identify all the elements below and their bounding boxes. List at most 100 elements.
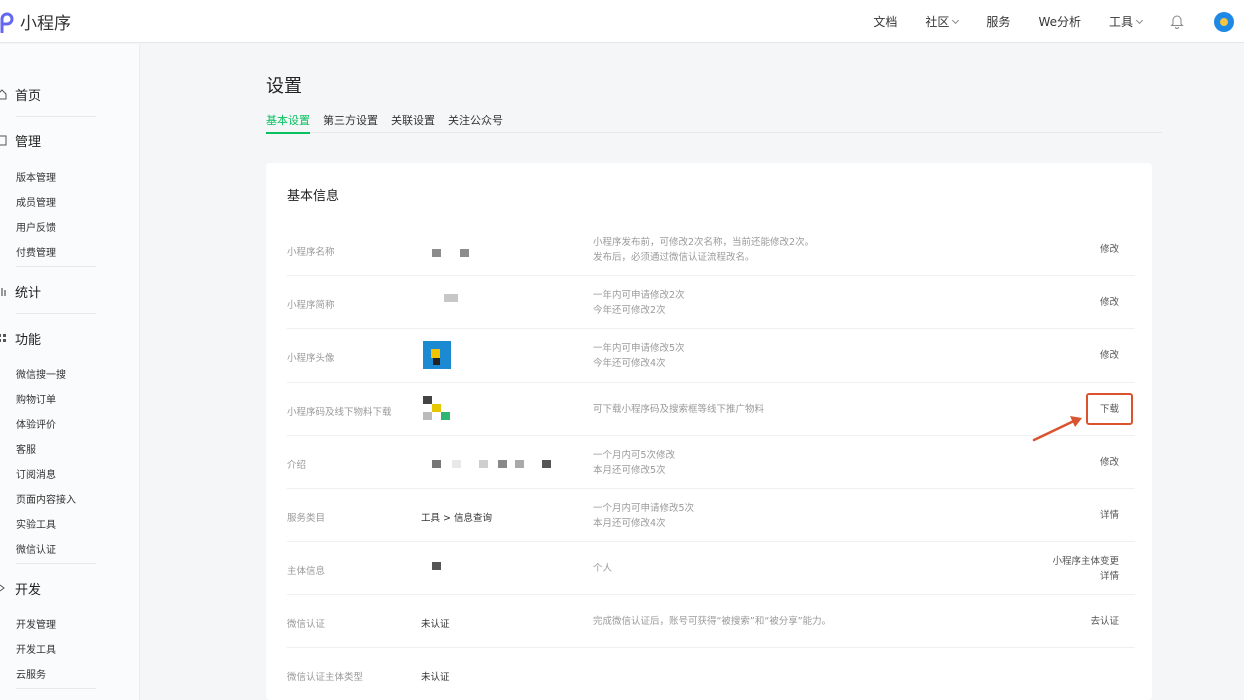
logo-text: 小程序 [20, 14, 71, 34]
basic-info-card: 基本信息 小程序名称 小程序发布前，可修改2次名称，当前还能修改2次。 发布后，… [266, 163, 1152, 700]
redacted-pixel [452, 460, 461, 468]
qrcode-pixel [432, 404, 441, 412]
top-navigation-bar: 小程序 文档 社区 服务 We分析 工具 [0, 0, 1244, 43]
row-label: 小程序头像 [287, 353, 335, 364]
row-desc-line: 本月还可修改4次 [593, 518, 666, 529]
edit-link-label: 修改 [1099, 297, 1119, 308]
sidebar-stats-label: 统计 [15, 285, 42, 301]
details-link[interactable]: 详情 [1100, 508, 1119, 523]
nav-we-analytics[interactable]: We分析 [1038, 13, 1081, 30]
edit-link-label: 修改 [1099, 350, 1119, 361]
redacted-pixel [460, 249, 469, 257]
row-label: 微信认证主体类型 [287, 672, 364, 683]
row-desc: 可下载小程序码及搜索框等线下推广物料 [593, 402, 764, 417]
card-title: 基本信息 [287, 189, 340, 204]
row-label: 微信认证 [287, 619, 326, 630]
sidebar-item-page-content[interactable]: 页面内容接入 [16, 491, 76, 506]
row-value: 未认证 [421, 619, 450, 630]
row-label: 服务类目 [287, 513, 326, 524]
edit-link[interactable]: 修改 [1100, 455, 1119, 470]
sidebar-item-version[interactable]: 版本管理 [16, 169, 56, 184]
tab-follow-account[interactable]: 关注公众号 [448, 112, 503, 133]
sidebar-divider [16, 116, 96, 117]
details-link[interactable]: 详情 [1052, 569, 1119, 584]
sidebar-item-experiment[interactable]: 实验工具 [16, 516, 56, 531]
row-desc-line: 小程序发布前，可修改2次名称，当前还能修改2次。 [593, 237, 815, 248]
sidebar-item-members[interactable]: 成员管理 [16, 194, 56, 209]
sidebar-item-feedback[interactable]: 用户反馈 [16, 219, 56, 234]
qrcode-pixel [441, 412, 450, 420]
bell-icon[interactable] [1170, 14, 1184, 29]
edit-link-label: 修改 [1099, 457, 1119, 468]
sidebar-item-wechat-search[interactable]: 微信搜一搜 [16, 366, 66, 381]
row-desc-line: 一年内可申请修改2次 [593, 290, 685, 301]
row-label: 小程序简称 [287, 300, 335, 311]
row-desc: 小程序发布前，可修改2次名称，当前还能修改2次。 发布后，必须通过微信认证流程改… [593, 235, 814, 265]
row-desc: 一年内可申请修改2次 今年还可修改2次 [593, 288, 685, 318]
row-desc-line: 一年内可申请修改5次 [593, 343, 685, 354]
row-app-name: 小程序名称 小程序发布前，可修改2次名称，当前还能修改2次。 发布后，必须通过微… [287, 223, 1135, 276]
sidebar-item-orders[interactable]: 购物订单 [16, 391, 56, 406]
sidebar-item-dev-manage[interactable]: 开发管理 [16, 616, 56, 631]
logo[interactable]: 小程序 [0, 9, 71, 34]
tab-third-party[interactable]: 第三方设置 [323, 112, 378, 133]
sidebar-item-customer-service[interactable]: 客服 [16, 441, 36, 456]
edit-link[interactable]: 修改 [1100, 348, 1119, 363]
row-qrcode-download: 小程序码及线下物料下载 可下载小程序码及搜索框等线下推广物料 下载 [287, 383, 1135, 436]
nav-services[interactable]: 服务 [986, 13, 1010, 30]
edit-link[interactable]: 修改 [1100, 295, 1119, 310]
page-title: 设置 [266, 76, 302, 97]
tab-association[interactable]: 关联设置 [391, 112, 435, 133]
tab-basic-settings[interactable]: 基本设置 [266, 112, 310, 134]
sidebar-develop-label: 开发 [15, 582, 42, 598]
redacted-pixel [542, 460, 551, 468]
qrcode-pixel [423, 396, 432, 404]
row-desc-line: 今年还可修改2次 [593, 305, 666, 316]
subject-change-link[interactable]: 小程序主体变更 [1052, 554, 1119, 569]
sidebar-home[interactable]: 首页 [0, 84, 140, 104]
develop-icon [0, 584, 5, 592]
sidebar-group-features: 功能 [0, 328, 140, 348]
sidebar-features-label: 功能 [15, 332, 42, 348]
chevron-down-icon [952, 16, 960, 24]
sidebar-item-payment[interactable]: 付费管理 [16, 244, 56, 259]
sidebar: 首页 管理 版本管理 成员管理 用户反馈 付费管理 统计 功能 微信搜一搜 购物… [0, 44, 140, 700]
row-desc-line: 可下载小程序码及搜索框等线下推广物料 [593, 404, 765, 415]
sidebar-item-dev-tools[interactable]: 开发工具 [16, 641, 56, 656]
home-icon [0, 89, 7, 100]
redacted-pixel [432, 460, 441, 468]
redacted-pixel [432, 562, 441, 570]
row-desc-line: 个人 [593, 563, 613, 574]
avatar-dot [1220, 17, 1228, 26]
row-avatar: 小程序头像 一年内可申请修改5次 今年还可修改4次 修改 [287, 329, 1135, 383]
user-avatar[interactable] [1214, 11, 1234, 32]
row-intro: 介绍 一个月内可5次修改 本月还可修改5次 修改 [287, 436, 1135, 489]
row-value: 工具 > 信息查询 [421, 513, 492, 524]
row-desc: 完成微信认证后，账号可获得“被搜索”和“被分享”能力。 [593, 614, 831, 629]
sidebar-divider [16, 563, 96, 564]
certify-link[interactable]: 去认证 [1090, 614, 1119, 629]
nav-community-label: 社区 [925, 15, 950, 29]
nav-docs[interactable]: 文档 [873, 13, 897, 30]
redacted-pixel [498, 460, 507, 468]
row-certification-type: 微信认证主体类型 未认证 [287, 648, 1135, 700]
nav-tools[interactable]: 工具 [1109, 13, 1144, 30]
sidebar-item-subscriptions[interactable]: 订阅消息 [16, 466, 56, 481]
sidebar-item-certification[interactable]: 微信认证 [16, 541, 56, 556]
nav-community[interactable]: 社区 [925, 13, 960, 30]
sidebar-item-cloud[interactable]: 云服务 [16, 666, 46, 681]
edit-link[interactable]: 修改 [1100, 242, 1119, 257]
nav-services-label: 服务 [986, 15, 1011, 29]
qrcode-pixel [423, 412, 432, 420]
sidebar-item-reviews[interactable]: 体验评价 [16, 416, 56, 431]
row-subject-info: 主体信息 个人 小程序主体变更 详情 [287, 542, 1135, 595]
sidebar-divider [16, 313, 96, 314]
manage-icon [0, 135, 7, 146]
sidebar-group-manage: 管理 [0, 130, 140, 150]
sidebar-stats[interactable]: 统计 [0, 281, 140, 301]
row-label: 小程序名称 [287, 247, 335, 258]
row-desc-line: 今年还可修改4次 [593, 358, 666, 369]
miniprogram-logo-icon [0, 12, 14, 33]
row-desc-line: 一个月内可5次修改 [593, 450, 676, 461]
row-label: 小程序码及线下物料下载 [287, 407, 392, 418]
